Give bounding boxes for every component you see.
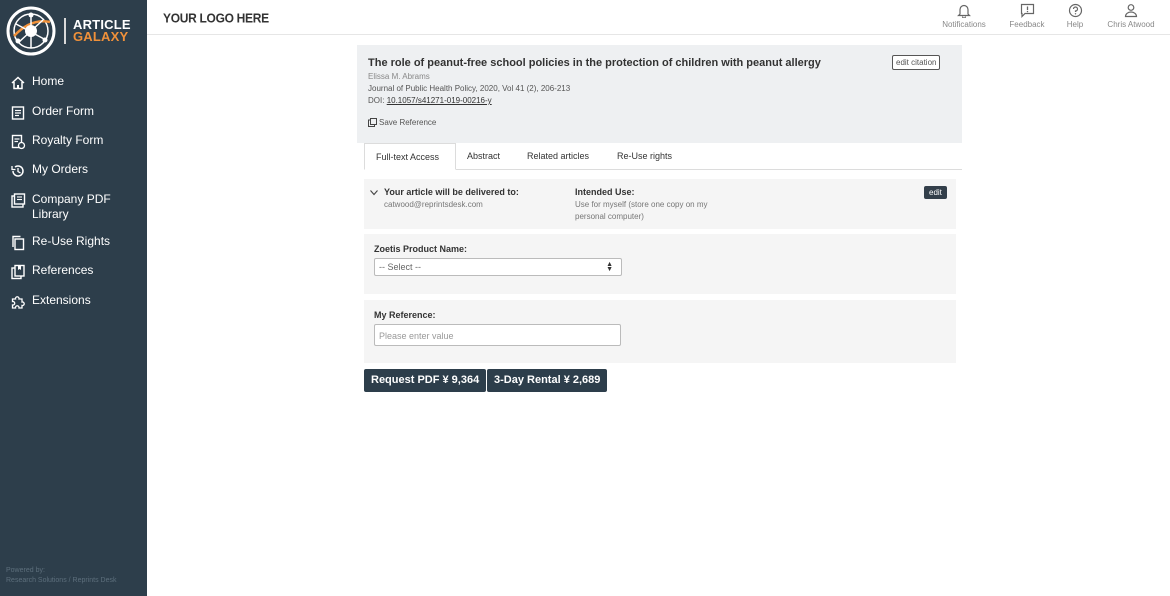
sidebar-item-label: Company PDF Library [32, 192, 111, 221]
sidebar: ARTICLE GALAXY Home Order Form Royalty F… [0, 0, 147, 596]
request-pdf-button[interactable]: Request PDF ¥ 9,364 [364, 369, 487, 392]
article-galaxy-logo-icon [6, 6, 56, 56]
help-button[interactable]: Help [1063, 3, 1087, 29]
my-reference-label: My Reference: [374, 310, 436, 320]
library-icon [11, 193, 26, 208]
feedback-button[interactable]: Feedback [1006, 3, 1048, 29]
sidebar-item-label: Home [32, 74, 65, 88]
order-form-icon [11, 106, 25, 120]
sidebar-item-label: My Orders [32, 162, 89, 176]
article-doi: DOI: 10.1057/s41271-019-00216-y [368, 96, 492, 105]
save-reference-icon [368, 118, 377, 127]
brand-wordmark: ARTICLE GALAXY [73, 18, 131, 44]
help-icon [1068, 3, 1082, 18]
brand-logo[interactable]: ARTICLE GALAXY [6, 6, 131, 56]
powered-by-label: Powered by: [6, 567, 45, 574]
user-menu-button[interactable]: Chris Atwood [1103, 3, 1159, 29]
product-panel: Zoetis Product Name: -- Select -- ▲ ▼ [364, 234, 956, 294]
powered-by-company: Research Solutions / Reprints Desk [6, 577, 117, 584]
sidebar-item-label: Order Form [32, 104, 95, 118]
bell-icon [957, 4, 971, 18]
doi-label: DOI: [368, 96, 385, 105]
royalty-form-icon [11, 134, 26, 150]
sidebar-item-royalty-form[interactable]: Royalty Form [0, 133, 147, 162]
references-icon [11, 264, 25, 280]
sidebar-item-label: Re-Use Rights [32, 234, 111, 248]
citation-card: The role of peanut-free school policies … [357, 45, 962, 143]
intended-use-line1: Use for myself (store one copy on my [575, 200, 708, 209]
copy-icon [12, 235, 25, 251]
tab-full-text-access[interactable]: Full-text Access [364, 143, 456, 170]
save-reference-button[interactable]: Save Reference [368, 118, 436, 127]
brand-divider [64, 18, 66, 44]
sidebar-item-label: References [32, 263, 94, 277]
sidebar-item-my-orders[interactable]: My Orders [0, 162, 147, 192]
intended-use-label: Intended Use: [575, 187, 635, 197]
delivery-email: catwood@reprintsdesk.com [384, 200, 483, 209]
user-name: Chris Atwood [1107, 20, 1155, 29]
tab-re-use-rights[interactable]: Re-Use rights [606, 143, 683, 170]
sidebar-item-company-pdf-library[interactable]: Company PDF Library [0, 192, 147, 234]
save-reference-label: Save Reference [379, 118, 437, 127]
sidebar-item-extensions[interactable]: Extensions [0, 293, 147, 323]
top-bar: YOUR LOGO HERE Notifications Feedback He… [147, 0, 1170, 35]
article-title: The role of peanut-free school policies … [368, 57, 821, 69]
edit-delivery-button[interactable]: edit [924, 186, 947, 199]
tab-abstract[interactable]: Abstract [456, 143, 511, 170]
delivery-panel: Your article will be delivered to: catwo… [364, 179, 956, 229]
sidebar-item-references[interactable]: References [0, 263, 147, 293]
user-icon [1124, 4, 1138, 18]
brand-line2: GALAXY [73, 29, 129, 44]
feedback-icon [1020, 3, 1034, 18]
sidebar-item-label: Royalty Form [32, 133, 104, 147]
chevron-down-icon[interactable] [370, 190, 378, 196]
select-arrows-icon: ▲ ▼ [606, 261, 613, 273]
intended-use-value: Use for myself (store one copy on my per… [575, 199, 708, 223]
puzzle-icon [11, 296, 25, 309]
feedback-label: Feedback [1009, 20, 1045, 29]
article-journal: Journal of Public Health Policy, 2020, V… [368, 84, 571, 93]
intended-use-line2: personal computer) [575, 212, 644, 221]
reference-panel: My Reference: Please enter value [364, 300, 956, 363]
sidebar-item-label: Extensions [32, 293, 91, 307]
rental-button[interactable]: 3-Day Rental ¥ 2,689 [487, 369, 608, 392]
delivery-label: Your article will be delivered to: [384, 187, 519, 197]
home-icon [11, 76, 25, 90]
product-name-label: Zoetis Product Name: [374, 244, 468, 254]
history-icon [11, 165, 24, 177]
doi-link[interactable]: 10.1057/s41271-019-00216-y [387, 96, 492, 105]
sidebar-item-re-use-rights[interactable]: Re-Use Rights [0, 234, 147, 263]
edit-citation-button[interactable]: edit citation [892, 55, 941, 70]
sidebar-item-order-form[interactable]: Order Form [0, 104, 147, 133]
my-reference-input[interactable]: Please enter value [374, 324, 621, 346]
powered-by: Powered by: Research Solutions / Reprint… [6, 566, 117, 586]
product-name-selected: -- Select -- [379, 262, 422, 272]
notifications-label: Notifications [942, 20, 986, 29]
sidebar-item-home[interactable]: Home [0, 74, 147, 104]
help-label: Help [1066, 20, 1084, 29]
notifications-button[interactable]: Notifications [939, 3, 989, 29]
product-name-select[interactable]: -- Select -- ▲ ▼ [374, 258, 622, 276]
tab-related-articles[interactable]: Related articles [516, 143, 600, 170]
company-logo-placeholder[interactable]: YOUR LOGO HERE [163, 10, 269, 25]
sidebar-nav: Home Order Form Royalty Form My Orders C… [0, 74, 147, 323]
article-tabs: Full-text Access Abstract Related articl… [364, 143, 962, 170]
article-author: Elissa M. Abrams [368, 72, 430, 81]
